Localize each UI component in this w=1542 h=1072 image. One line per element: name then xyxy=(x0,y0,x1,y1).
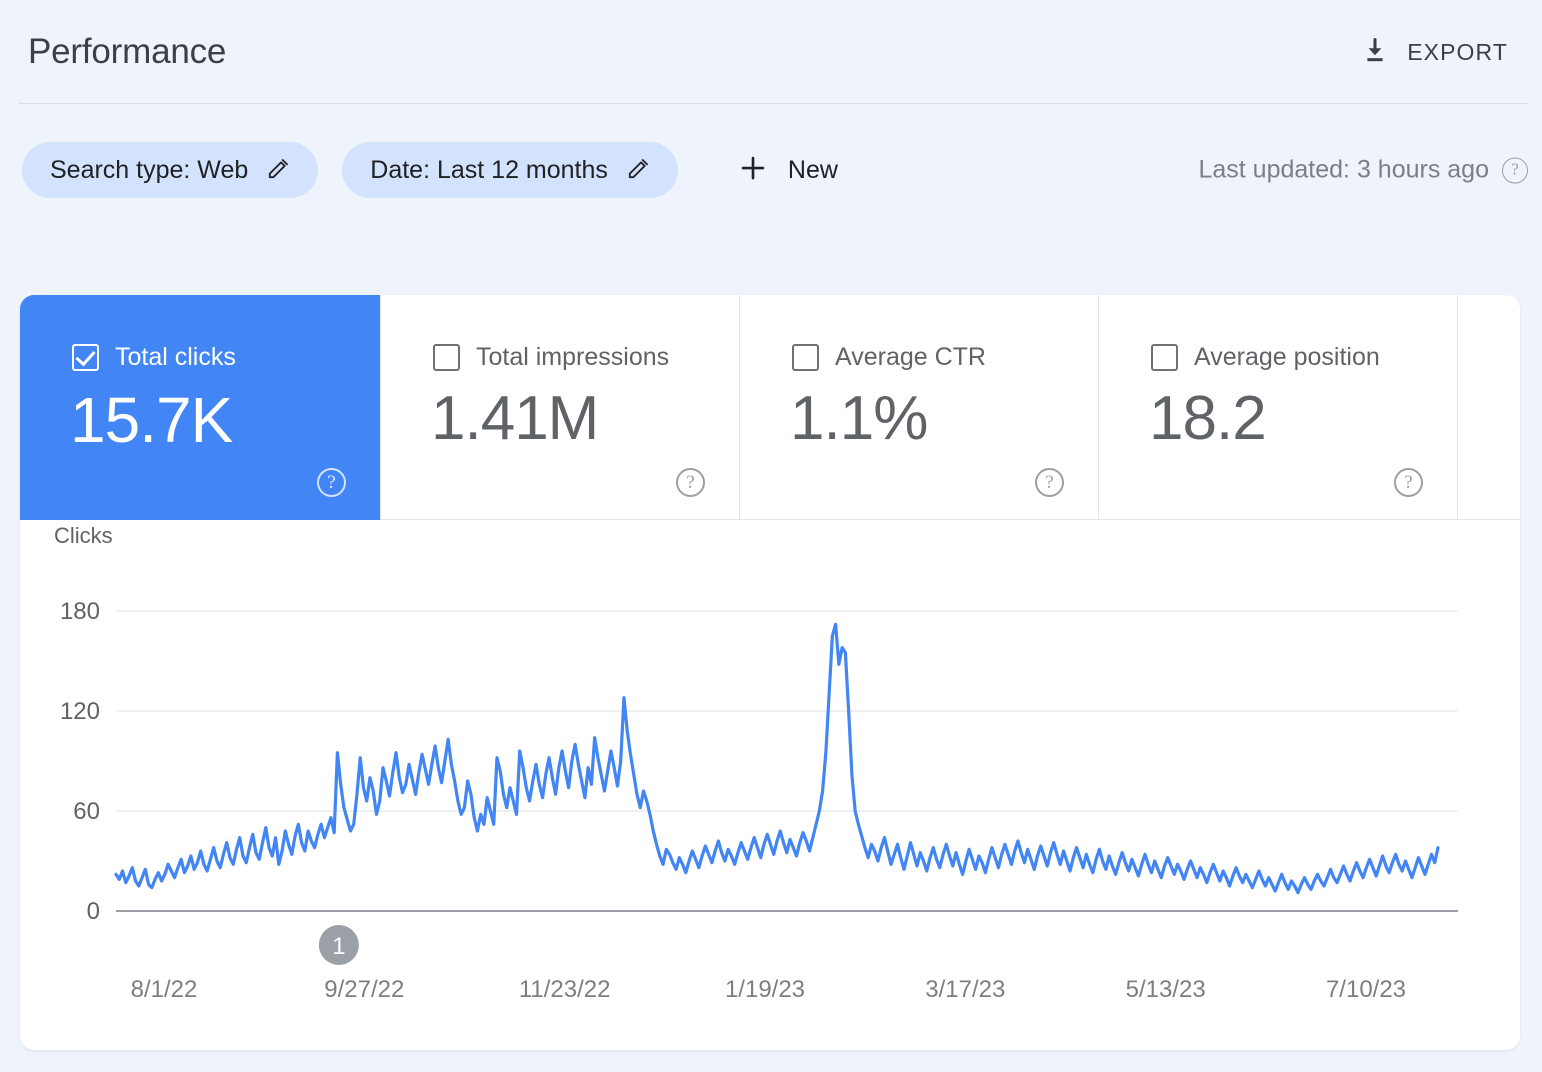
plus-icon xyxy=(738,153,768,188)
export-button[interactable]: EXPORT xyxy=(1357,29,1512,76)
performance-page: Performance EXPORT Search type: Web xyxy=(0,0,1542,1072)
metric-label: Total impressions xyxy=(476,343,669,372)
pencil-icon[interactable] xyxy=(626,155,652,186)
export-label: EXPORT xyxy=(1407,39,1508,66)
help-icon[interactable]: ? xyxy=(676,468,705,497)
metric-header: Average CTR xyxy=(792,343,986,372)
metric-label: Average position xyxy=(1194,343,1380,372)
help-icon[interactable]: ? xyxy=(1035,468,1064,497)
pencil-icon[interactable] xyxy=(266,155,292,186)
new-label: New xyxy=(788,156,838,185)
metric-cards-spacer xyxy=(1457,295,1520,520)
metric-value: 1.41M xyxy=(431,383,598,454)
svg-text:120: 120 xyxy=(60,698,100,725)
last-updated: Last updated: 3 hours ago ? xyxy=(1198,156,1528,185)
download-icon xyxy=(1361,35,1389,70)
svg-text:5/13/23: 5/13/23 xyxy=(1126,976,1206,1003)
checkbox-total-clicks[interactable] xyxy=(72,344,99,371)
metric-cards: Total clicks 15.7K ? Total impressions 1… xyxy=(20,295,1520,520)
page-header: Performance EXPORT xyxy=(0,0,1542,104)
clicks-line-chart: Clicks 0 60 120 180 8/1/22 9/27/22 11/23/22 1/19… xyxy=(20,521,1520,1050)
metric-value: 18.2 xyxy=(1149,383,1266,454)
metric-header: Total impressions xyxy=(433,343,669,372)
svg-text:9/27/22: 9/27/22 xyxy=(324,976,404,1003)
metric-label: Average CTR xyxy=(835,343,986,372)
svg-text:3/17/23: 3/17/23 xyxy=(925,976,1005,1003)
performance-panel: Total clicks 15.7K ? Total impressions 1… xyxy=(20,295,1520,1050)
metric-header: Average position xyxy=(1151,343,1380,372)
metric-card-average-ctr[interactable]: Average CTR 1.1% ? xyxy=(739,295,1098,520)
metric-card-average-position[interactable]: Average position 18.2 ? xyxy=(1098,295,1457,520)
filter-chip-search-type[interactable]: Search type: Web xyxy=(22,142,318,198)
svg-text:11/23/22: 11/23/22 xyxy=(519,976,611,1003)
svg-text:0: 0 xyxy=(87,898,100,925)
metric-value: 1.1% xyxy=(790,383,927,454)
svg-text:7/10/23: 7/10/23 xyxy=(1326,976,1406,1003)
metric-label: Total clicks xyxy=(115,343,236,372)
metric-value: 15.7K xyxy=(70,383,232,457)
filter-chip-date[interactable]: Date: Last 12 months xyxy=(342,142,678,198)
last-updated-text: Last updated: 3 hours ago xyxy=(1198,156,1489,185)
header-divider xyxy=(18,103,1528,104)
checkbox-average-ctr[interactable] xyxy=(792,344,819,371)
checkbox-total-impressions[interactable] xyxy=(433,344,460,371)
date-label: Date: Last 12 months xyxy=(370,156,608,185)
help-icon[interactable]: ? xyxy=(1502,157,1528,183)
svg-text:8/1/22: 8/1/22 xyxy=(131,976,198,1003)
svg-text:1: 1 xyxy=(332,933,345,960)
metric-header: Total clicks xyxy=(72,343,236,372)
clicks-chart: Clicks 0 60 120 180 8/1/22 9/27/22 11/23/22 1/19… xyxy=(20,521,1520,1050)
search-type-label: Search type: Web xyxy=(50,156,248,185)
svg-text:Clicks: Clicks xyxy=(54,523,113,548)
help-icon[interactable]: ? xyxy=(1394,468,1423,497)
metric-card-total-impressions[interactable]: Total impressions 1.41M ? xyxy=(380,295,739,520)
svg-text:1/19/23: 1/19/23 xyxy=(725,976,805,1003)
page-title: Performance xyxy=(28,32,226,72)
svg-text:180: 180 xyxy=(60,598,100,625)
checkbox-average-position[interactable] xyxy=(1151,344,1178,371)
svg-text:60: 60 xyxy=(73,798,100,825)
metric-card-total-clicks[interactable]: Total clicks 15.7K ? xyxy=(20,295,380,520)
filter-bar: Search type: Web Date: Last 12 months xyxy=(0,133,1542,207)
new-filter-button[interactable]: New xyxy=(724,142,856,198)
help-icon[interactable]: ? xyxy=(317,468,346,497)
